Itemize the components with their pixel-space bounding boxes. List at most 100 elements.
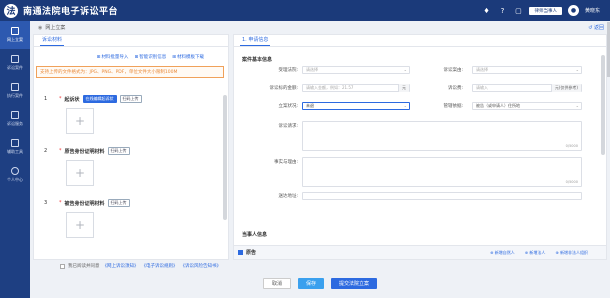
exec-value: 未退 (306, 103, 314, 108)
court-select[interactable]: 请选择 ⌄ (302, 66, 410, 74)
case-icon (11, 55, 19, 63)
avatar[interactable]: ● (567, 5, 579, 16)
scrollbar[interactable] (601, 55, 605, 155)
required-mark: * (59, 96, 62, 102)
material-number: 2 (44, 148, 48, 154)
facts-counter: 0/5000 (565, 180, 578, 184)
material-item: 2 * 原告身份证明材料 扫码上传 + (44, 146, 228, 186)
material-number: 1 (44, 96, 48, 102)
material-header: 3 * 被告身份证明材料 扫码上传 (44, 198, 228, 208)
edit-complaint-button[interactable]: 在线编辑起诉状 (82, 95, 117, 103)
sidebar-item-online-filing[interactable]: 网上立案 (0, 21, 30, 49)
execute-icon (11, 83, 19, 91)
plaintiff-row[interactable]: 原告 ⊕ 新增自然人 ⊕ 新增法人 ⊕ 新增非法人组织 (234, 245, 606, 259)
material-item: 1 * 起诉状 在线编辑起诉状 扫码上传 + (44, 94, 228, 134)
back-label: 返回 (593, 25, 604, 31)
top-right-tools: ♦ ? ▢ 律师当事人 ● 黄晓东 (481, 5, 610, 16)
court-label: 受理法院: (278, 68, 298, 73)
case-type-label: 诉讼案由: (443, 68, 463, 73)
facts-textarea[interactable]: 0/5000 (302, 157, 582, 187)
add-natural-person-label: 新增自然人 (494, 249, 515, 255)
jurisdiction-value: 被告（或申请人）住所地 (476, 103, 520, 108)
submit-button[interactable]: 提交法院立案 (331, 278, 378, 289)
application-panel: 1. 申请信息 案件基本信息 受理法院: 请选择 ⌄ 诉讼案由: 请选择 ⌄ 诉… (233, 34, 607, 260)
sidebar-item-tools[interactable]: 辅助工具 (0, 133, 30, 161)
scan-upload-button[interactable]: 扫码上传 (107, 147, 130, 155)
case-type-select[interactable]: 请选择 ⌄ (472, 66, 582, 74)
sidebar-item-litigation-service[interactable]: 诉讼服务 (0, 105, 30, 133)
material-name: 原告身份证明材料 (64, 148, 105, 155)
tab-materials[interactable]: 诉讼材料 (40, 36, 65, 46)
tools-icon (11, 139, 19, 147)
agree-checkbox[interactable] (60, 263, 65, 269)
bell-icon[interactable]: ♦ (481, 6, 491, 16)
claim-textarea[interactable]: 0/5000 (302, 121, 582, 151)
scan-upload-button[interactable]: 扫码上传 (107, 199, 130, 207)
tab-application-info[interactable]: 1. 申请信息 (240, 36, 271, 46)
sidebar-item-label: 网上立案 (7, 37, 23, 42)
collapse-icon[interactable] (238, 250, 243, 255)
amount-placeholder: 请输入金额，例如：21.57 (306, 85, 354, 90)
cancel-button[interactable]: 取消 (262, 278, 291, 289)
jurisdiction-select[interactable]: 被告（或申请人）住所地 ⌄ (472, 102, 582, 110)
case-type-placeholder: 请选择 (476, 67, 488, 72)
batch-import-button[interactable]: ⊞材料批量导入 (97, 54, 129, 60)
section-title-party: 当事人信息 (242, 232, 268, 238)
smart-recognize-button[interactable]: ⊞智能识别信息 (134, 54, 166, 60)
template-download-label: 材料模板下载 (177, 55, 204, 60)
add-organization-button[interactable]: ⊕ 新增非法人组织 (555, 250, 588, 256)
fee-placeholder: 请输入 (476, 85, 488, 90)
add-legal-person-label: 新增法人 (529, 249, 546, 255)
facts-label: 事实与理由: (273, 160, 298, 165)
breadcrumb: ◉ 网上立案 ↺ 返回 (30, 21, 610, 34)
chevron-down-icon: ⌄ (403, 103, 407, 108)
add-legal-person-button[interactable]: ⊕ 新增法人 (525, 250, 546, 256)
material-number: 3 (44, 200, 48, 206)
footer-actions: 取消 保存 提交法院立案 (0, 278, 610, 289)
user-icon (11, 167, 19, 175)
application-tab-row: 1. 申请信息 (234, 35, 606, 47)
fee-input[interactable]: 请输入 元(仅供参考) (472, 84, 582, 92)
help-icon[interactable]: ? (497, 6, 507, 16)
court-logo: 法 (4, 3, 18, 18)
smart-recognize-label: 智能识别信息 (139, 55, 167, 60)
notice-link[interactable]: 《网上诉讼须知》 (103, 263, 139, 269)
material-header: 1 * 起诉状 在线编辑起诉状 扫码上传 (44, 94, 228, 104)
breadcrumb-text: 网上立案 (45, 25, 66, 31)
add-natural-person-button[interactable]: ⊕ 新增自然人 (490, 250, 515, 256)
risk-link[interactable]: 《诉讼风险告知书》 (181, 263, 222, 269)
sidebar-item-litigation-cases[interactable]: 诉讼案件 (0, 49, 30, 77)
fee-label: 诉讼费: (447, 86, 463, 91)
material-item: 3 * 被告身份证明材料 扫码上传 + (44, 198, 228, 238)
amount-input[interactable]: 请输入金额，例如：21.57 元 (302, 84, 410, 92)
back-link[interactable]: ↺ 返回 (588, 24, 604, 31)
template-download-button[interactable]: ⊞材料模板下载 (172, 54, 204, 60)
save-button[interactable]: 保存 (297, 278, 324, 289)
address-label: 送达地址: (278, 194, 298, 199)
sidebar-item-label: 执行案件 (7, 93, 23, 98)
upload-box[interactable]: + (66, 212, 94, 238)
role-selector[interactable]: 律师当事人 (529, 6, 562, 15)
add-organization-label: 新增非法人组织 (560, 249, 588, 255)
form-row: 送达地址: (234, 192, 606, 211)
user-name[interactable]: 黄晓东 (585, 7, 600, 14)
rules-link[interactable]: 《电子诉讼规则》 (142, 263, 178, 269)
chevron-down-icon: ⌄ (403, 67, 407, 72)
sidebar-item-label: 诉讼服务 (7, 121, 23, 126)
upload-box[interactable]: + (66, 108, 94, 134)
material-name: 起诉状 (64, 96, 80, 103)
upload-box[interactable]: + (66, 160, 94, 186)
party-actions: ⊕ 新增自然人 ⊕ 新增法人 ⊕ 新增非法人组织 (490, 250, 606, 256)
sidebar-item-personal[interactable]: 个人中心 (0, 161, 30, 189)
address-input[interactable] (302, 192, 582, 200)
scan-upload-button[interactable]: 扫码上传 (119, 95, 142, 103)
top-bar: 法 南通法院电子诉讼平台 ♦ ? ▢ 律师当事人 ● 黄晓东 (0, 0, 610, 21)
screen-icon[interactable]: ▢ (513, 6, 523, 16)
scrollbar[interactable] (223, 95, 227, 220)
form-row: 立案状况: 未退 ⌄ 管辖依据: 被告（或申请人）住所地 ⌄ (234, 102, 606, 121)
sidebar-item-execution-cases[interactable]: 执行案件 (0, 77, 30, 105)
file-icon (11, 27, 19, 35)
material-name: 被告身份证明材料 (64, 200, 105, 207)
exec-select[interactable]: 未退 ⌄ (302, 102, 410, 110)
claim-row: 诉讼请求: 0/5000 (234, 121, 606, 157)
